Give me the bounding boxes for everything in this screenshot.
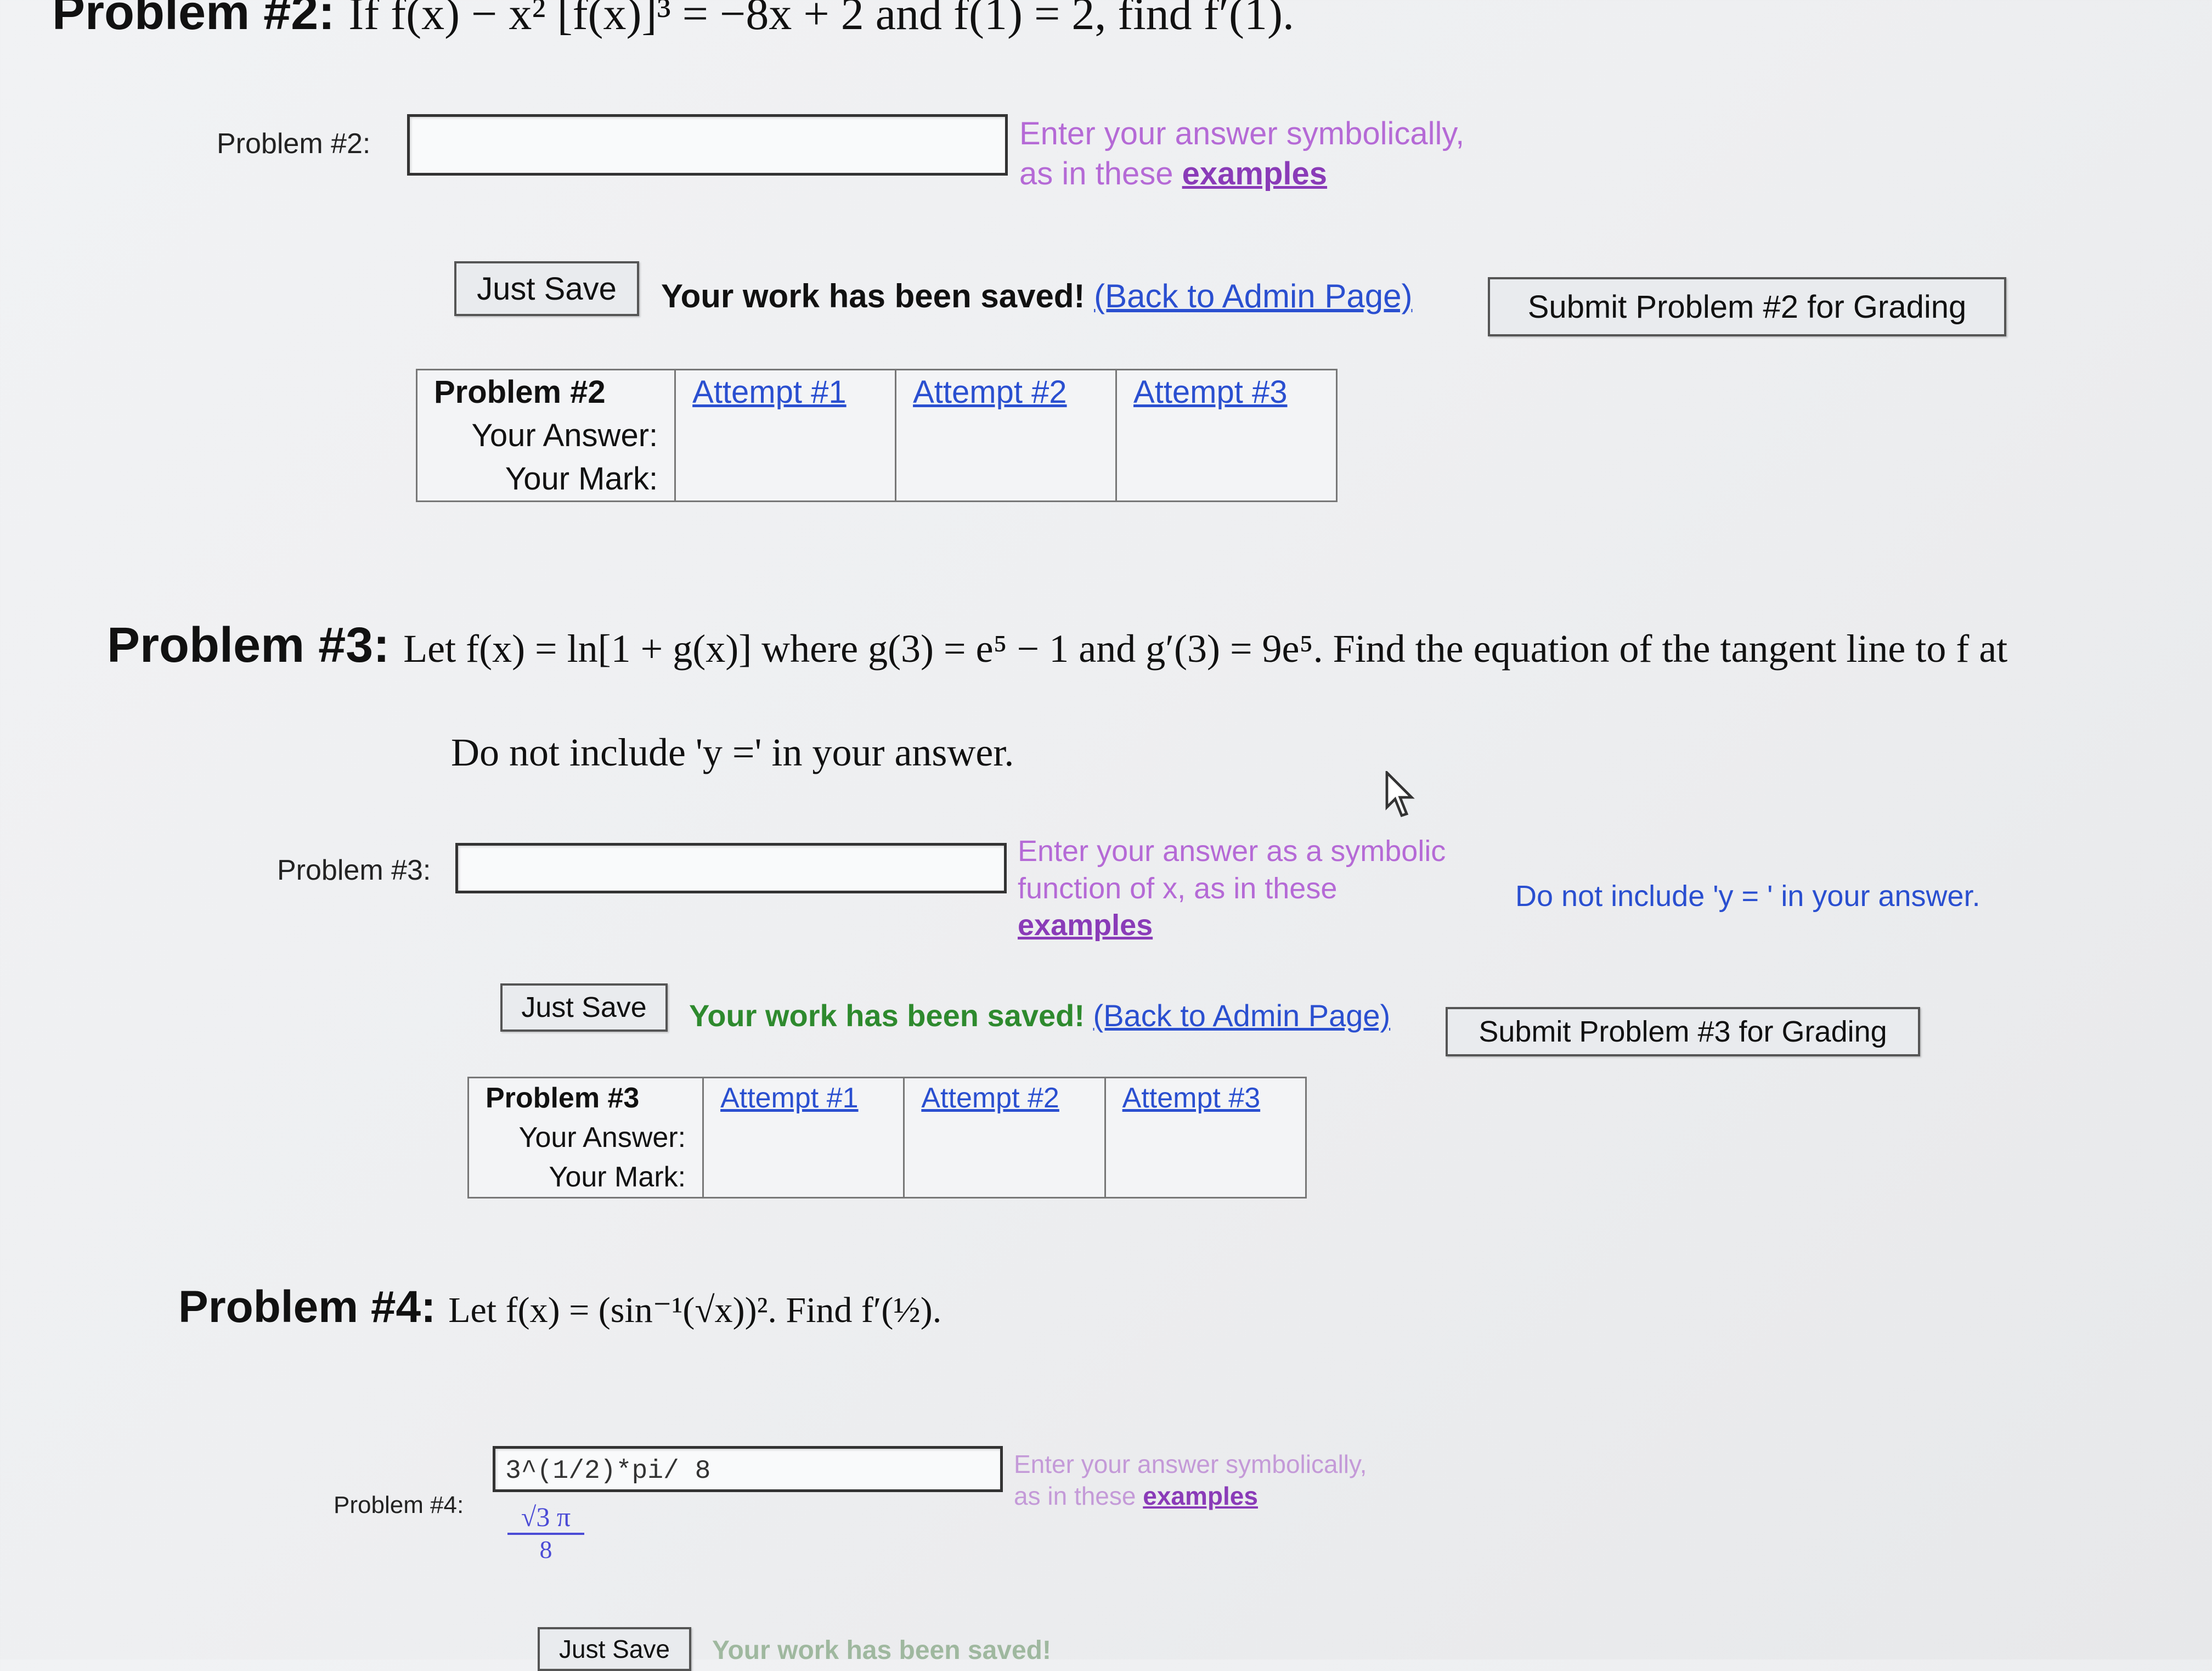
problem-2-attempt-1[interactable]: Attempt #1	[674, 369, 897, 502]
problem-2-title: Problem #2:	[52, 0, 335, 40]
problem-2-just-save-button[interactable]: Just Save	[454, 261, 639, 316]
problem-2-field-label: Problem #2:	[217, 128, 371, 160]
problem-2-admin-link[interactable]: (Back to Admin Page)	[1094, 278, 1412, 314]
problem-3-attempt-1[interactable]: Attempt #1	[702, 1077, 905, 1199]
problem-2-attempt-2[interactable]: Attempt #2	[895, 369, 1118, 502]
problem-4-hint: Enter your answer symbolically, as in th…	[1014, 1449, 1367, 1512]
problem-4-answer-input[interactable]: 3^(1/2)*pi/ 8	[493, 1446, 1003, 1492]
problem-4-hint-line2: as in these	[1014, 1481, 1136, 1510]
problem-3-hint: Enter your answer as a symbolic function…	[1018, 833, 1446, 944]
problem-2-hint: Enter your answer symbolically, as in th…	[1019, 114, 1464, 194]
problem-3-table-header: Problem #3	[467, 1077, 704, 1118]
problem-2-table-header: Problem #2	[415, 369, 676, 414]
problem-4-answer-preview: √3 π 8	[507, 1501, 584, 1564]
problem-2-your-mark-label: Your Mark:	[415, 457, 676, 502]
problem-2-attempt-3[interactable]: Attempt #3	[1115, 369, 1338, 502]
problem-4-hint-line1: Enter your answer symbolically,	[1014, 1450, 1367, 1478]
problem-4-examples-link[interactable]: examples	[1143, 1482, 1258, 1510]
problem-2-examples-link[interactable]: examples	[1182, 156, 1327, 192]
problem-4-title: Problem #4:	[178, 1282, 436, 1332]
problem-2-attempts-table: Problem #2 Attempt #1 Attempt #2 Attempt…	[415, 369, 1338, 502]
problem-3-admin-link[interactable]: (Back to Admin Page)	[1093, 998, 1391, 1033]
problem-2-answer-input[interactable]	[407, 114, 1008, 176]
problem-3-field-label: Problem #3:	[277, 854, 431, 886]
problem-3-submit-button[interactable]: Submit Problem #3 for Grading	[1446, 1007, 1920, 1056]
problem-2-submit-button[interactable]: Submit Problem #2 for Grading	[1488, 277, 2006, 336]
problem-3-examples-link[interactable]: examples	[1018, 909, 1153, 942]
problem-3-attempt-3[interactable]: Attempt #3	[1104, 1077, 1307, 1199]
problem-3-saved-status: Your work has been saved! (Back to Admin…	[689, 998, 1390, 1033]
problem-2-hint-line2: as in these	[1019, 155, 1173, 192]
problem-3-attempts-table: Problem #3 Attempt #1 Attempt #2 Attempt…	[467, 1077, 1307, 1199]
problem-4-field-label: Problem #4:	[334, 1492, 464, 1518]
problem-2-hint-line1: Enter your answer symbolically,	[1019, 116, 1465, 151]
problem-4-heading: Problem #4: Let f(x) = (sin⁻¹(√x))². Fin…	[178, 1281, 941, 1333]
problem-3-saved-text: Your work has been saved!	[689, 998, 1085, 1033]
problem-2-heading: Problem #2: If f(x) − x² [f(x)]³ = −8x +…	[52, 0, 1294, 41]
problem-3-statement: Let f(x) = ln[1 + g(x)] where g(3) = e⁵ …	[403, 627, 2008, 671]
problem-4-preview-numerator: √3 π	[507, 1501, 584, 1535]
problem-3-answer-input[interactable]	[455, 843, 1007, 893]
problem-3-sub-statement: Do not include 'y =' in your answer.	[451, 730, 1014, 774]
problem-4-just-save-button[interactable]: Just Save	[538, 1627, 691, 1671]
problem-4-statement: Let f(x) = (sin⁻¹(√x))². Find f′(½).	[448, 1290, 942, 1330]
problem-2-saved-text: Your work has been saved!	[661, 278, 1085, 314]
problem-4-saved-text: Your work has been saved!	[712, 1636, 1051, 1665]
problem-4-preview-denominator: 8	[539, 1535, 552, 1563]
problem-2-your-answer-label: Your Answer:	[415, 414, 676, 457]
mouse-pointer-icon	[1385, 771, 1415, 817]
problem-2-saved-status: Your work has been saved! (Back to Admin…	[661, 277, 1412, 315]
problem-3-title: Problem #3:	[107, 618, 390, 673]
problem-3-side-note: Do not include 'y = ' in your answer.	[1515, 880, 1980, 913]
problem-3-your-answer-label: Your Answer:	[467, 1118, 704, 1157]
problem-3-your-mark-label: Your Mark:	[467, 1157, 704, 1199]
problem-3-hint-line1: Enter your answer as a symbolic	[1018, 835, 1446, 868]
problem-3-heading: Problem #3: Let f(x) = ln[1 + g(x)] wher…	[107, 617, 2007, 674]
problem-3-just-save-button[interactable]: Just Save	[500, 983, 668, 1032]
problem-2-statement: If f(x) − x² [f(x)]³ = −8x + 2 and f(1) …	[348, 0, 1294, 40]
problem-3-hint-line2: function of x, as in these	[1018, 871, 1338, 905]
problem-3-attempt-2[interactable]: Attempt #2	[903, 1077, 1106, 1199]
